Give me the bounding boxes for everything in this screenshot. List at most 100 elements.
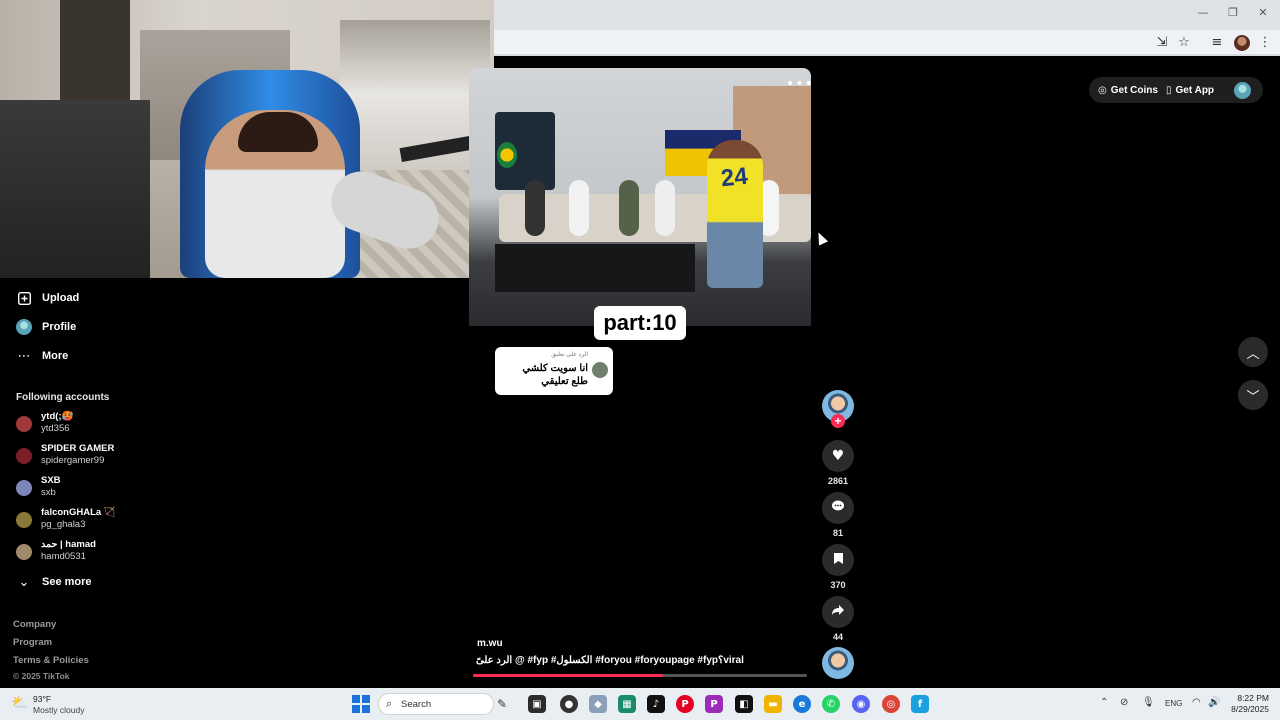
sidebar-item-upload[interactable]: Upload [16, 287, 79, 309]
like-button[interactable]: ♥ [822, 440, 854, 472]
microphone-icon[interactable]: 🎙 [1142, 697, 1155, 708]
reply-header: الرد على تعليق [551, 352, 588, 358]
weather-temperature[interactable]: 93°F [33, 694, 51, 704]
browser-menu-icon[interactable]: ⋮ [1256, 34, 1274, 52]
whatsapp-icon[interactable]: ✆ [822, 695, 840, 713]
footer-link-terms[interactable]: Terms & Policies [13, 655, 89, 666]
file-explorer-icon[interactable]: ▬ [764, 695, 782, 713]
video-options-icon[interactable]: ••• [786, 76, 814, 92]
account-avatar [16, 416, 32, 432]
more-dots-icon: ⋯ [17, 348, 31, 364]
discord-icon[interactable]: ◉ [852, 695, 870, 713]
following-account[interactable]: ytd(;🥵 ytd356 [16, 411, 166, 437]
search-label: Search [401, 699, 432, 710]
search-icon: ⌕ [386, 697, 393, 710]
browser-profile-avatar[interactable] [1234, 35, 1250, 51]
share-button[interactable] [822, 596, 854, 628]
tray-overflow-icon[interactable]: ⌃ [1100, 697, 1108, 708]
sidebar-item-more[interactable]: ⋯ More [16, 345, 69, 367]
capcut-icon[interactable]: ◧ [735, 695, 753, 713]
account-username: pg_ghala3 [41, 519, 86, 530]
chrome-icon[interactable]: ◎ [882, 695, 900, 713]
profile-avatar-icon [16, 319, 32, 335]
part-label: part:10 [594, 306, 686, 340]
sidebar-item-label: More [42, 350, 69, 362]
account-avatar [16, 480, 32, 496]
maximize-button[interactable]: ❐ [1218, 6, 1248, 19]
pinterest-icon[interactable]: P [676, 695, 694, 713]
account-name: falconGHALa 🏹 [41, 507, 116, 518]
search-highlight-icon: ✎ [497, 697, 508, 711]
app-icon[interactable]: f [911, 695, 929, 713]
creator-name[interactable]: m.wu [477, 638, 503, 649]
following-accounts-title: Following accounts [16, 392, 110, 403]
video-player[interactable]: 24 [469, 68, 811, 326]
wifi-icon[interactable]: ◠ [1192, 697, 1201, 708]
music-disc-avatar[interactable] [822, 647, 854, 679]
minimize-button[interactable]: — [1188, 6, 1218, 19]
chevron-down-icon: ﹀ [1246, 389, 1260, 405]
reply-comment-sticker: الرد على تعليق انا سويت كلشي طلع تعليقي [495, 347, 613, 395]
account-username: spidergamer99 [41, 455, 105, 466]
app-icon[interactable]: ▦ [618, 695, 636, 713]
account-name: SXB [41, 475, 61, 486]
following-account[interactable]: SXB sxb [16, 475, 166, 501]
save-count: 370 [830, 580, 846, 590]
coin-icon: ◎ [1098, 84, 1107, 96]
get-app-button[interactable]: ▯ Get App [1166, 79, 1215, 101]
following-account[interactable]: حمد | hamad hamd0531 [16, 539, 166, 565]
close-window-button[interactable]: ✕ [1248, 6, 1278, 19]
tiktok-icon[interactable]: ♪ [647, 695, 665, 713]
reply-avatar [592, 362, 608, 378]
previous-video-button[interactable]: ︿ [1238, 337, 1268, 367]
user-avatar[interactable] [1234, 82, 1251, 99]
footer-link-program[interactable]: Program [13, 637, 52, 648]
share-count: 44 [832, 632, 843, 642]
install-app-icon[interactable]: ⇲ [1153, 34, 1171, 52]
video-person [619, 180, 639, 236]
start-button[interactable] [352, 695, 370, 713]
jersey-number: 24 [719, 162, 749, 193]
video-progress-bar[interactable] [473, 674, 807, 677]
mouse-cursor-icon [813, 230, 829, 246]
chevron-down-icon: ⌄ [18, 574, 30, 590]
see-more-button[interactable]: ⌄ See more [16, 571, 92, 593]
video-progress-fill [473, 674, 664, 677]
video-person [569, 180, 589, 236]
save-button[interactable] [822, 544, 854, 576]
video-caption: الرد علىً @ #fyp #الكسلول #foryou #foryo… [476, 655, 744, 666]
comment-bubble-icon [831, 499, 845, 517]
screen: — ❐ ✕ ⇲ ☆ ≡ ⋮ Upload Profile ⋯ More Foll… [0, 0, 1280, 720]
account-avatar [16, 448, 32, 464]
sidebar-item-profile[interactable]: Profile [16, 316, 76, 338]
webcam-overlay [0, 0, 494, 278]
following-account[interactable]: SPIDER GAMER spidergamer99 [16, 443, 166, 469]
account-name: ytd(;🥵 [41, 411, 74, 422]
clock-time[interactable]: 8:22 PM [1229, 693, 1269, 703]
reading-list-icon[interactable]: ≡ [1208, 34, 1226, 52]
weather-description[interactable]: Mostly cloudy [33, 705, 85, 715]
next-video-button[interactable]: ﹀ [1238, 380, 1268, 410]
chevron-up-icon: ︿ [1246, 346, 1260, 362]
app-icon[interactable]: P [705, 695, 723, 713]
account-name: SPIDER GAMER [41, 443, 115, 454]
share-arrow-icon [831, 604, 845, 620]
network-off-icon[interactable]: ⊘ [1120, 697, 1128, 708]
clock-date[interactable]: 8/29/2025 [1219, 704, 1269, 714]
comment-button[interactable] [822, 492, 854, 524]
taskbar-search[interactable]: ⌕ Search ✎ [378, 693, 507, 715]
upload-plus-icon [16, 290, 32, 306]
bookmark-icon [833, 552, 844, 569]
bookmark-star-icon[interactable]: ☆ [1175, 34, 1193, 52]
app-icon[interactable]: ◆ [589, 695, 607, 713]
get-coins-button[interactable]: ◎ Get Coins [1098, 79, 1158, 101]
follow-plus-button[interactable]: + [831, 414, 845, 428]
following-account[interactable]: falconGHALa 🏹 pg_ghala3 [16, 507, 166, 533]
task-view-icon[interactable]: ▣ [528, 695, 546, 713]
copyright-text: © 2025 TikTok [13, 671, 70, 681]
account-avatar [16, 512, 32, 528]
edge-icon[interactable]: e [793, 695, 811, 713]
language-indicator[interactable]: ENG [1165, 699, 1182, 708]
footer-link-company[interactable]: Company [13, 619, 56, 630]
app-icon[interactable]: ● [560, 695, 578, 713]
